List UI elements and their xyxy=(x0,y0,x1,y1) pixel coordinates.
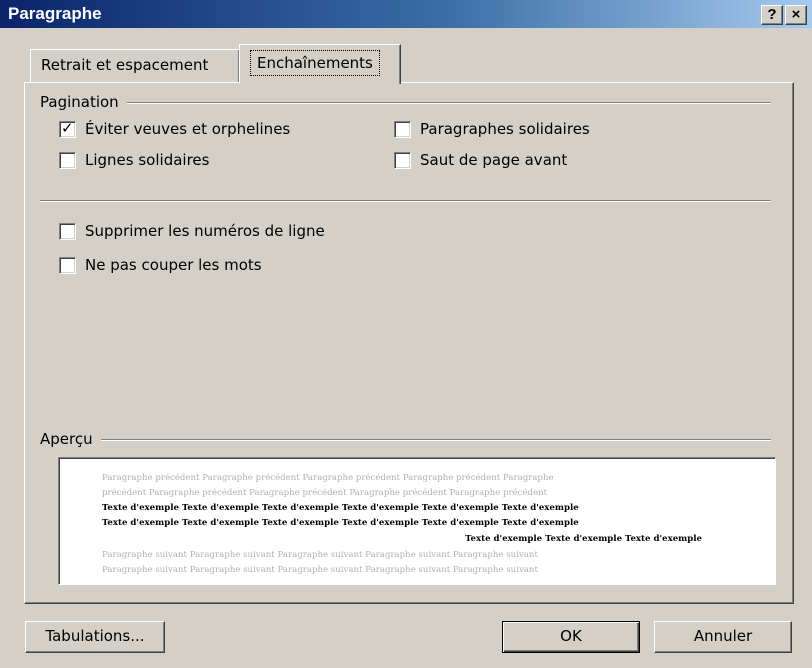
ok-button[interactable]: OK xyxy=(502,621,640,653)
checkbox-label: Paragraphes solidaires xyxy=(420,120,590,138)
tab-retrait-espacement[interactable]: Retrait et espacement xyxy=(30,49,240,83)
lignes-solidaires-checkbox[interactable]: Lignes solidaires xyxy=(59,151,209,169)
window-title: Paragraphe xyxy=(8,4,102,23)
checkbox-box xyxy=(394,151,411,169)
preview-line: Texte d'exemple Texte d'exemple Texte d'… xyxy=(102,503,579,513)
checkbox-label: Lignes solidaires xyxy=(85,151,210,169)
saut-de-page-checkbox[interactable]: Saut de page avant xyxy=(394,151,567,169)
close-button[interactable]: × xyxy=(785,5,807,25)
cancel-button[interactable]: Annuler xyxy=(654,621,792,653)
title-bar: Paragraphe xyxy=(0,0,812,28)
pagination-label: Pagination xyxy=(40,93,127,111)
checkbox-label: Supprimer les numéros de ligne xyxy=(85,222,325,240)
section-divider xyxy=(40,200,771,202)
help-icon: ? xyxy=(767,6,777,23)
check-mark-icon: ✓ xyxy=(61,118,74,137)
apercu-divider xyxy=(40,439,771,441)
button-label: OK xyxy=(560,627,582,645)
tab-label: Retrait et espacement xyxy=(41,56,209,74)
checkbox-label: Saut de page avant xyxy=(420,151,568,169)
preview-box: Paragraphe précédent Paragraphe précéden… xyxy=(58,457,776,585)
checkbox-box xyxy=(394,120,411,138)
preview-line: Texte d'exemple Texte d'exemple Texte d'… xyxy=(465,534,702,544)
paragraphes-solidaires-checkbox[interactable]: Paragraphes solidaires xyxy=(394,120,590,138)
button-label: Tabulations... xyxy=(45,627,145,645)
checkbox-box xyxy=(59,256,76,274)
pagination-divider xyxy=(40,102,771,104)
preview-line: Paragraphe précédent Paragraphe précéden… xyxy=(102,473,554,483)
checkbox-label: Ne pas couper les mots xyxy=(85,256,262,274)
checkbox-box xyxy=(59,151,76,169)
supprimer-numeros-checkbox[interactable]: Supprimer les numéros de ligne xyxy=(59,222,325,240)
checkbox-label: Éviter veuves et orphelines xyxy=(85,120,291,138)
preview-line: Paragraphe suivant Paragraphe suivant Pa… xyxy=(102,550,538,560)
checkbox-box xyxy=(59,222,76,240)
apercu-label: Aperçu xyxy=(40,430,101,448)
preview-line: précédent Paragraphe précédent Paragraph… xyxy=(102,488,548,498)
button-label: Annuler xyxy=(693,627,753,645)
eviter-veuves-checkbox[interactable]: ✓ Éviter veuves et orphelines xyxy=(59,118,291,138)
close-icon: × xyxy=(791,6,801,23)
help-button[interactable]: ? xyxy=(761,5,783,25)
tabulations-button[interactable]: Tabulations... xyxy=(25,621,165,653)
checkbox-box: ✓ xyxy=(59,118,76,138)
tab-enchainements[interactable]: Enchaînements xyxy=(239,44,401,84)
preview-line: Paragraphe suivant Paragraphe suivant Pa… xyxy=(102,565,538,575)
preview-line: Texte d'exemple Texte d'exemple Texte d'… xyxy=(102,518,579,528)
ne-pas-couper-checkbox[interactable]: Ne pas couper les mots xyxy=(59,256,262,274)
tab-label: Enchaînements xyxy=(250,50,380,76)
